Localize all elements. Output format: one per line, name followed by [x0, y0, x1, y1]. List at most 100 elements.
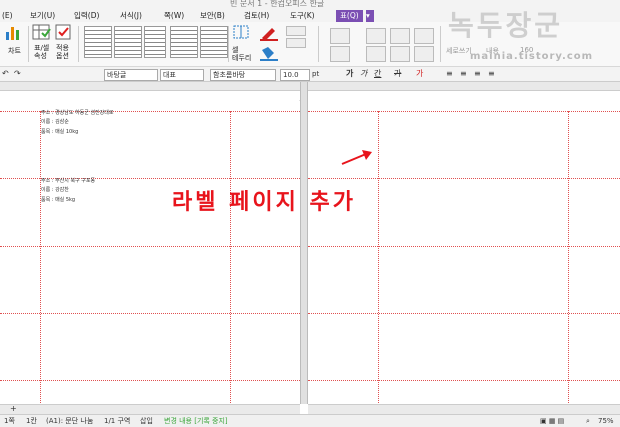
guide-line	[308, 246, 620, 247]
chart-icon	[6, 27, 19, 40]
cell-border-icon	[233, 25, 249, 39]
vertical-write-label[interactable]: 세로쓰기	[446, 46, 472, 56]
strike-button[interactable]: 가	[394, 69, 401, 79]
menu-edit[interactable]: (E)	[2, 10, 13, 22]
delete-row-icon[interactable]	[414, 28, 434, 44]
label2-address: 주소 : 부산시 북구 구포동	[41, 178, 96, 184]
delete-col-icon[interactable]	[366, 46, 386, 62]
guide-line	[568, 111, 569, 404]
formatting-toolbar: ↶ ↷ 바탕글 대표 함초롬바탕 10.0 pt 가 가 간 가 가 ≡ ≡ ≡…	[0, 67, 620, 82]
menu-table-dropdown-icon[interactable]: ▾	[366, 10, 374, 22]
hscroll-right[interactable]	[308, 404, 620, 414]
guide-line	[308, 380, 620, 381]
zoom-icon[interactable]: ⌕	[586, 416, 590, 426]
cell-border-label: 셀 테두리	[232, 46, 252, 62]
apply-options-button[interactable]	[54, 24, 76, 44]
watermark-title: 녹두장군	[448, 9, 564, 42]
separator	[78, 26, 79, 62]
split-icon[interactable]	[330, 46, 350, 62]
pen-button[interactable]	[258, 24, 280, 44]
table-style-3[interactable]	[144, 26, 166, 58]
table-style-2[interactable]	[114, 26, 142, 58]
label1-address: 주소 : 경상남도 하동군 섬진강대로	[41, 110, 114, 116]
guide-line	[308, 111, 620, 112]
menu-view[interactable]: 보기(U)	[30, 10, 55, 22]
table-props-icon	[32, 24, 51, 40]
underline-button[interactable]: 간	[374, 69, 381, 79]
separator	[318, 26, 319, 62]
italic-button[interactable]: 가	[360, 69, 367, 79]
annotation-text: 라벨 페이지 추가	[172, 190, 356, 215]
cell-border-button[interactable]	[232, 24, 254, 44]
table-style-1[interactable]	[84, 26, 112, 58]
menu-table[interactable]: 표(Q)	[336, 10, 363, 22]
status-area: 1/1 구역	[104, 417, 131, 425]
para-select[interactable]: 대표	[160, 69, 204, 81]
table-style-4[interactable]	[170, 26, 198, 58]
separator	[28, 26, 29, 62]
undo-icon[interactable]: ↶	[2, 69, 9, 79]
watermark-url: mainia.tistory.com	[470, 51, 594, 62]
menu-page[interactable]: 쪽(W)	[164, 10, 184, 22]
line-style-1[interactable]	[286, 26, 306, 36]
status-zoom[interactable]: 75%	[598, 416, 614, 426]
add-page-icon[interactable]: +	[10, 405, 17, 413]
status-bar: 1쪽 1칸 (A1): 문단 나눔 1/1 구역 삽입 변경 내용 [기록 중지…	[0, 414, 620, 427]
separator	[440, 26, 441, 62]
apply-options-icon	[55, 24, 71, 40]
menu-format[interactable]: 서식(J)	[120, 10, 142, 22]
table-props-button[interactable]	[32, 24, 54, 44]
guide-line	[0, 313, 300, 314]
document-page-right[interactable]	[308, 91, 620, 404]
align-left-icon[interactable]: ≡	[446, 69, 453, 79]
status-col: 1칸	[26, 417, 37, 425]
guide-line	[0, 246, 300, 247]
style-select[interactable]: 바탕글	[104, 69, 158, 81]
line-style-2[interactable]	[286, 38, 306, 48]
guide-line	[308, 178, 620, 179]
font-select[interactable]: 함초롬바탕	[210, 69, 276, 81]
fill-button[interactable]	[258, 46, 280, 66]
guide-line	[230, 111, 231, 404]
ruler-right	[308, 82, 620, 91]
label2-name: 이름 : 강감찬	[41, 187, 69, 193]
window-title: 빈 문서 1 - 한컴오피스 한글	[230, 0, 325, 8]
menu-insert[interactable]: 입력(D)	[74, 10, 99, 22]
bold-button[interactable]: 가	[346, 69, 353, 79]
menu-tools[interactable]: 도구(K)	[290, 10, 315, 22]
menu-review[interactable]: 검토(H)	[244, 10, 269, 22]
document-page-left[interactable]: 주소 : 경상남도 하동군 섬진강대로 이름 : 김삼순 품목 : 매실 10k…	[0, 91, 300, 404]
insert-col-icon[interactable]	[390, 28, 410, 44]
hscroll-left[interactable]: +	[0, 404, 300, 414]
cell-height-icon[interactable]	[414, 46, 434, 62]
unit-label[interactable]: pt	[312, 69, 319, 79]
ruler-left	[0, 82, 300, 91]
fill-icon	[260, 47, 278, 61]
redo-icon[interactable]: ↷	[14, 69, 21, 79]
status-track[interactable]: 변경 내용 [기록 중지]	[164, 416, 228, 426]
label2-item: 품목 : 매실 5kg	[41, 197, 76, 203]
chart-label: 차트	[8, 47, 21, 55]
menu-security[interactable]: 보안(B)	[200, 10, 225, 22]
annotation-arrow-icon	[341, 150, 372, 165]
status-mode[interactable]: 삽입	[140, 416, 153, 426]
guide-line	[378, 111, 379, 404]
align-center-icon[interactable]: ≡	[460, 69, 467, 79]
text-color-button[interactable]: 가	[416, 69, 423, 79]
table-style-5[interactable]	[200, 26, 228, 58]
status-section: (A1): 문단 나눔	[46, 417, 94, 425]
view-icons[interactable]: ▣ ▦ ▤	[540, 416, 564, 426]
guide-line	[40, 111, 41, 404]
separator	[228, 26, 229, 62]
chart-button[interactable]	[4, 24, 26, 44]
insert-row-icon[interactable]	[366, 28, 386, 44]
label1-item: 품목 : 매실 10kg	[41, 129, 79, 135]
label1-name: 이름 : 김삼순	[41, 119, 69, 125]
merge-icon[interactable]	[330, 28, 350, 44]
guide-line	[308, 313, 620, 314]
font-size-input[interactable]: 10.0	[280, 69, 310, 81]
align-right-icon[interactable]: ≡	[474, 69, 481, 79]
align-justify-icon[interactable]: ≡	[488, 69, 495, 79]
apply-options-label: 적용 옵션	[56, 44, 69, 60]
cell-width-icon[interactable]	[390, 46, 410, 62]
